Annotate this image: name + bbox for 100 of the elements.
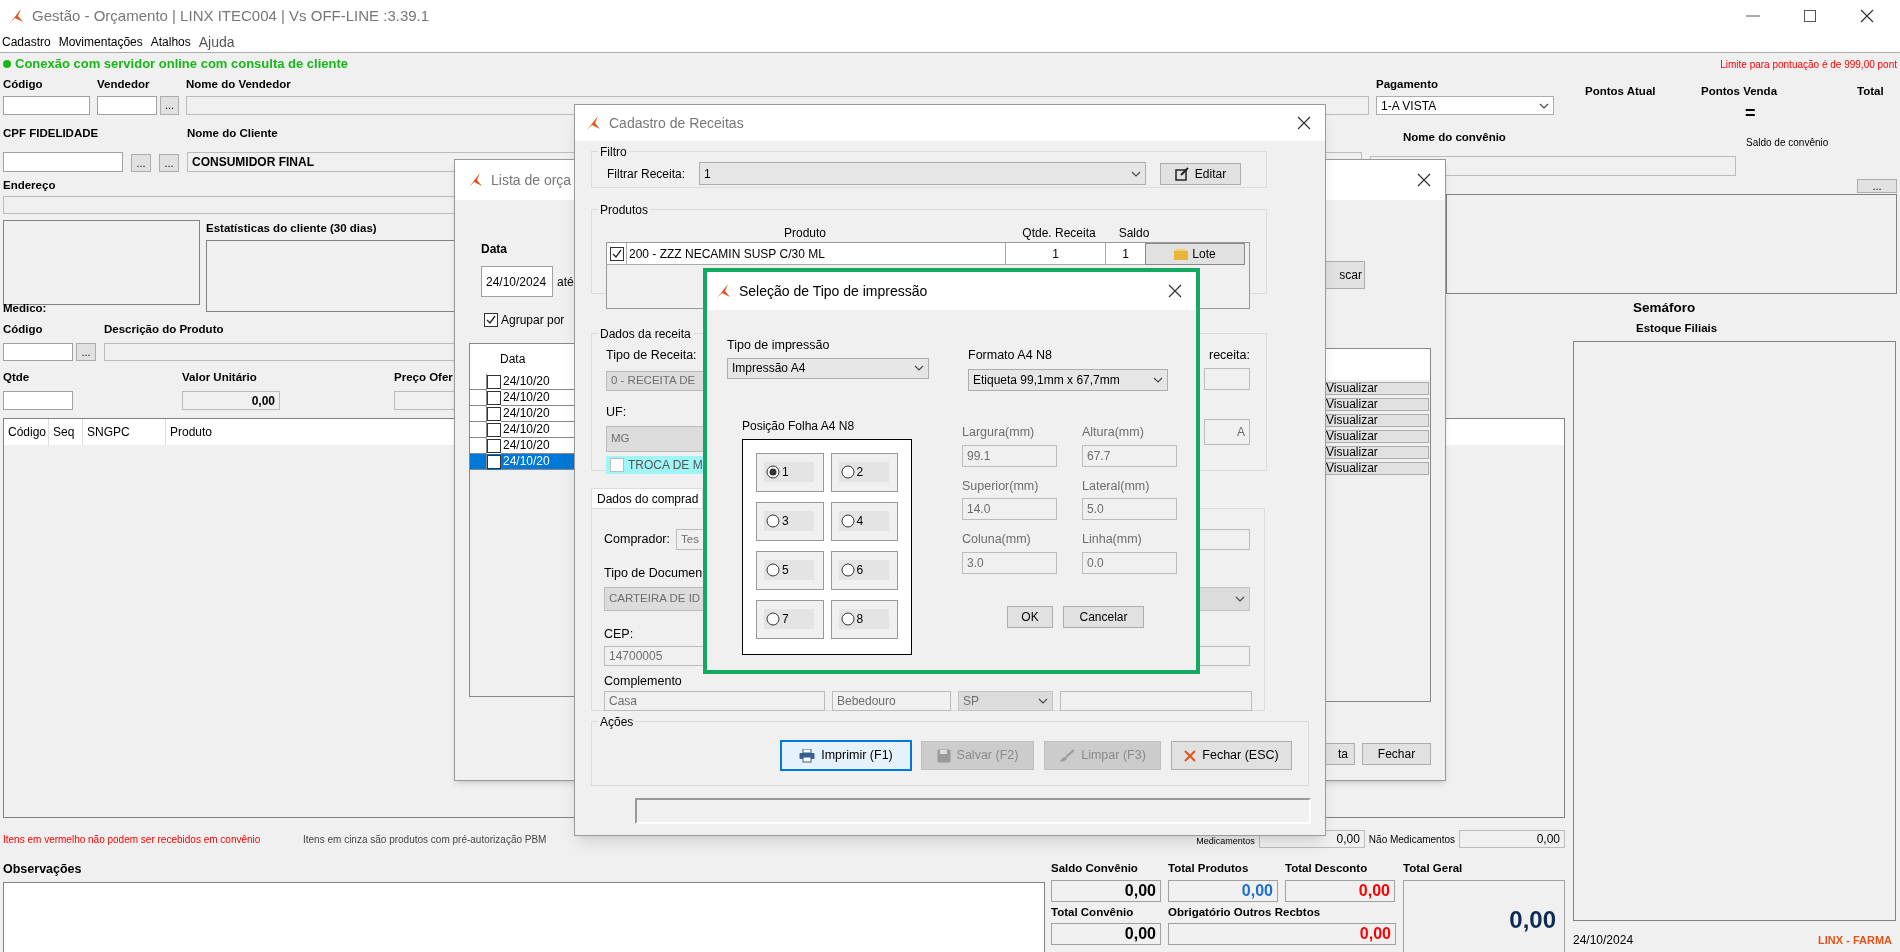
browse-button[interactable]: ... — [131, 154, 151, 172]
view-button[interactable]: Visualizar — [1323, 413, 1429, 427]
field-label: Endereço — [3, 178, 56, 193]
dialog-title: Lista de orça — [491, 170, 572, 190]
edit-button[interactable]: Editar — [1160, 162, 1242, 185]
dropdown[interactable]: Impressão A4 — [727, 357, 929, 379]
input-field[interactable]: 0,00 — [182, 391, 280, 411]
field-label: Código — [3, 321, 43, 337]
position-option[interactable]: 5 — [756, 550, 824, 590]
table-row[interactable]: 24/10/20 — [470, 390, 574, 406]
field-label: Tipo de Documen — [604, 565, 703, 582]
close-button[interactable]: Fechar — [1362, 743, 1431, 765]
field-label: Altura(mm) — [1082, 423, 1144, 441]
field-label: Complemento — [604, 672, 682, 690]
view-button[interactable]: Visualizar — [1323, 397, 1429, 411]
field-label: Não Medicamentos — [1368, 832, 1455, 847]
panel-title: Semáforo — [1632, 298, 1696, 317]
field-label: Comprador: — [604, 531, 670, 549]
column-header: Saldo — [1117, 225, 1151, 242]
field-label: Nome do Vendedor — [186, 76, 291, 92]
dropdown[interactable]: 1 — [699, 162, 1147, 185]
field-label: Valor Unitário — [182, 370, 257, 385]
input-field[interactable]: 5.0 — [1082, 498, 1177, 521]
limit-note: Limite para pontuação é de 999,00 pont — [1720, 57, 1897, 72]
menu-item[interactable]: Ajuda — [198, 31, 235, 53]
field-label: Lateral(mm) — [1082, 477, 1150, 495]
window-title: Gestão - Orçamento | LINX ITEC004 | Vs OFF-LINE :3.39.1 — [32, 5, 430, 26]
field-label: Largura(mm) — [962, 423, 1035, 441]
browse-button[interactable]: ... — [159, 154, 179, 172]
table-row[interactable]: 24/10/20 — [470, 406, 574, 422]
dropdown[interactable]: SP — [958, 691, 1053, 712]
view-button[interactable]: Visualizar — [1323, 381, 1429, 395]
dialog-title: Seleção de Tipo de impressão — [739, 281, 928, 301]
field-label: Total Geral — [1403, 861, 1463, 877]
column-header: Data — [500, 351, 526, 368]
position-option[interactable]: 7 — [756, 599, 824, 639]
column-header: Produto — [783, 225, 827, 242]
print-button[interactable]: Imprimir (F1) — [781, 741, 911, 770]
browse-button[interactable]: ... — [160, 96, 179, 115]
position-option[interactable]: 8 — [830, 599, 898, 639]
input-field[interactable]: A — [1204, 418, 1250, 445]
batch-button[interactable]: Lote — [1145, 243, 1245, 265]
close-button[interactable]: Fechar (ESC) — [1171, 741, 1292, 770]
dropdown[interactable]: Etiqueta 99,1mm x 67,7mm — [968, 368, 1168, 391]
field-label: Qtde — [3, 370, 30, 385]
input-field[interactable]: 67.7 — [1082, 444, 1177, 467]
field-label: Tipo de impressão — [727, 337, 830, 354]
search-button[interactable]: scar — [1323, 261, 1365, 289]
position-option[interactable]: 6 — [830, 550, 898, 590]
tab[interactable]: Dados do comprad — [591, 488, 703, 508]
view-button[interactable]: Visualizar — [1323, 461, 1429, 475]
field-label: Código — [3, 76, 43, 92]
column-header: Qtde. Receita — [1021, 225, 1097, 242]
menu-item[interactable]: Atalhos — [150, 33, 191, 51]
input-field[interactable]: 0,00 — [1459, 830, 1565, 849]
cancel-button[interactable]: Cancelar — [1063, 606, 1144, 628]
column-header: SNGPC — [83, 419, 166, 446]
input-field[interactable]: 99.1 — [962, 444, 1057, 467]
total-field: 0,00 — [1168, 922, 1396, 945]
browse-button[interactable]: ... — [76, 343, 96, 361]
input-field[interactable]: 3.0 — [962, 552, 1057, 574]
position-option[interactable]: 4 — [830, 501, 898, 541]
dropdown[interactable]: 1-A VISTA — [1376, 96, 1554, 115]
field-label: Pontos Atual — [1585, 84, 1656, 99]
field-label: Total Desconto — [1285, 861, 1368, 877]
view-button[interactable]: Visualizar — [1323, 445, 1429, 459]
field-label: CEP: — [604, 625, 634, 643]
field-label: Nome do convênio — [1402, 130, 1506, 145]
table-row[interactable]: 24/10/20 — [470, 422, 574, 438]
table-row[interactable]: 24/10/20 — [470, 374, 574, 390]
field-label: Formato A4 N8 — [968, 347, 1053, 364]
menu-item[interactable]: Movimentações — [58, 33, 143, 51]
field-label: Saldo de convênio — [1746, 136, 1829, 150]
grand-total-field: 0,00 — [1403, 879, 1565, 952]
panel-subtitle: Estoque Filiais — [1635, 320, 1718, 336]
button[interactable]: ta — [1324, 743, 1355, 765]
table-row[interactable]: 24/10/20 — [470, 438, 574, 454]
input-field[interactable]: 14.0 — [962, 498, 1057, 521]
note-text: Itens em cinza são produtos com pré-autorização PBM — [303, 832, 547, 847]
browse-button[interactable]: ... — [1857, 179, 1897, 193]
field-label: Observações — [3, 861, 82, 879]
field-label: receita: — [1209, 347, 1250, 364]
position-option[interactable]: 3 — [756, 501, 824, 541]
view-button[interactable]: Visualizar — [1323, 429, 1429, 443]
position-option[interactable]: 1 — [756, 452, 824, 492]
total-field: 0,00 — [1051, 922, 1161, 945]
table-row[interactable]: 24/10/20 — [470, 454, 574, 470]
input-field[interactable]: 0.0 — [1082, 552, 1177, 574]
input-field[interactable]: 24/10/2024 — [481, 266, 553, 297]
menu-item[interactable]: Cadastro — [2, 33, 51, 51]
input-field[interactable]: Casa — [604, 691, 825, 712]
position-option[interactable]: 2 — [830, 452, 898, 492]
ok-button[interactable]: OK — [1007, 606, 1053, 628]
column-header: Seq — [49, 419, 83, 446]
date-text: 24/10/2024 — [1573, 932, 1634, 949]
equals-sign: = — [1744, 102, 1756, 126]
input-field[interactable]: Bebedouro — [832, 691, 951, 712]
field-label: Tipo de Receita: — [606, 347, 697, 364]
table-cell: 1 — [1105, 243, 1145, 265]
field-label: Data — [481, 241, 507, 258]
